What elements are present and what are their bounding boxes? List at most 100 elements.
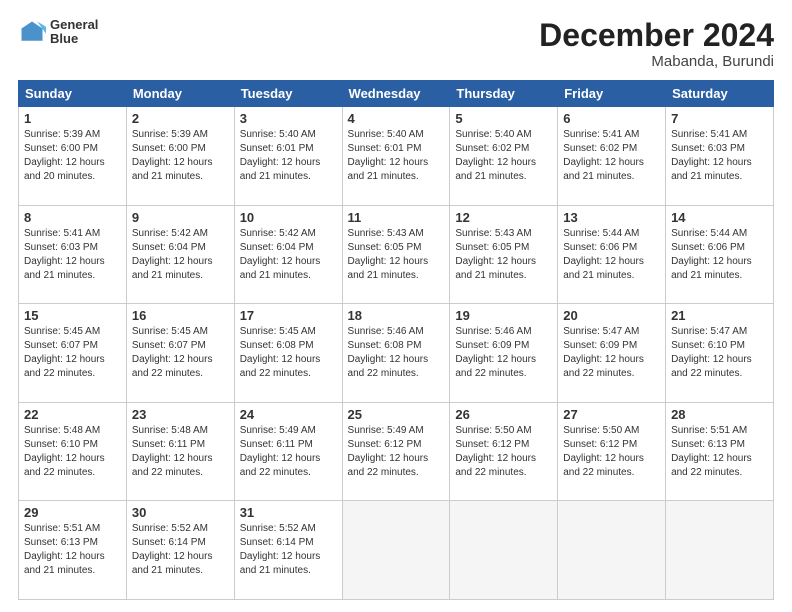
table-row: 4 Sunrise: 5:40 AMSunset: 6:01 PMDaylight… xyxy=(342,107,450,206)
cell-info: Sunrise: 5:39 AMSunset: 6:00 PMDaylight:… xyxy=(132,128,229,184)
col-friday: Friday xyxy=(558,81,666,107)
cell-info: Sunrise: 5:44 AMSunset: 6:06 PMDaylight:… xyxy=(671,227,768,283)
calendar-week-row: 29Sunrise: 5:51 AMSunset: 6:13 PMDayligh… xyxy=(19,501,774,600)
calendar-week-row: 15 Sunrise: 5:45 AMSunset: 6:07 PMDayligh… xyxy=(19,304,774,403)
cell-info: Sunrise: 5:47 AMSunset: 6:09 PMDaylight:… xyxy=(563,325,660,381)
calendar-header-row: Sunday Monday Tuesday Wednesday Thursday… xyxy=(19,81,774,107)
cell-info: Sunrise: 5:50 AMSunset: 6:12 PMDaylight:… xyxy=(563,424,660,480)
day-number: 16 xyxy=(132,308,229,323)
day-number: 4 xyxy=(348,111,445,126)
cell-info: Sunrise: 5:49 AMSunset: 6:12 PMDaylight:… xyxy=(348,424,445,480)
day-number: 19 xyxy=(455,308,552,323)
table-row: 31Sunrise: 5:52 AMSunset: 6:14 PMDayligh… xyxy=(234,501,342,600)
day-number: 8 xyxy=(24,210,121,225)
day-number: 18 xyxy=(348,308,445,323)
cell-info: Sunrise: 5:51 AMSunset: 6:13 PMDaylight:… xyxy=(24,522,121,578)
day-number: 28 xyxy=(671,407,768,422)
cell-info: Sunrise: 5:50 AMSunset: 6:12 PMDaylight:… xyxy=(455,424,552,480)
table-row: 10 Sunrise: 5:42 AMSunset: 6:04 PMDayligh… xyxy=(234,205,342,304)
col-tuesday: Tuesday xyxy=(234,81,342,107)
cell-info: Sunrise: 5:46 AMSunset: 6:08 PMDaylight:… xyxy=(348,325,445,381)
table-row xyxy=(666,501,774,600)
table-row: 18 Sunrise: 5:46 AMSunset: 6:08 PMDayligh… xyxy=(342,304,450,403)
location-subtitle: Mabanda, Burundi xyxy=(539,53,774,70)
month-title: December 2024 xyxy=(539,18,774,53)
col-saturday: Saturday xyxy=(666,81,774,107)
cell-info: Sunrise: 5:45 AMSunset: 6:07 PMDaylight:… xyxy=(132,325,229,381)
col-sunday: Sunday xyxy=(19,81,127,107)
day-number: 26 xyxy=(455,407,552,422)
table-row: 15 Sunrise: 5:45 AMSunset: 6:07 PMDayligh… xyxy=(19,304,127,403)
table-row: 27 Sunrise: 5:50 AMSunset: 6:12 PMDayligh… xyxy=(558,402,666,501)
day-number: 3 xyxy=(240,111,337,126)
day-number: 24 xyxy=(240,407,337,422)
table-row: 7 Sunrise: 5:41 AMSunset: 6:03 PMDaylight… xyxy=(666,107,774,206)
cell-info: Sunrise: 5:41 AMSunset: 6:03 PMDaylight:… xyxy=(24,227,121,283)
cell-info: Sunrise: 5:40 AMSunset: 6:01 PMDaylight:… xyxy=(348,128,445,184)
col-wednesday: Wednesday xyxy=(342,81,450,107)
day-number: 7 xyxy=(671,111,768,126)
cell-info: Sunrise: 5:41 AMSunset: 6:03 PMDaylight:… xyxy=(671,128,768,184)
cell-info: Sunrise: 5:47 AMSunset: 6:10 PMDaylight:… xyxy=(671,325,768,381)
table-row: 17Sunrise: 5:45 AMSunset: 6:08 PMDayligh… xyxy=(234,304,342,403)
table-row: 20Sunrise: 5:47 AMSunset: 6:09 PMDayligh… xyxy=(558,304,666,403)
day-number: 22 xyxy=(24,407,121,422)
table-row xyxy=(450,501,558,600)
table-row: 28 Sunrise: 5:51 AMSunset: 6:13 PMDayligh… xyxy=(666,402,774,501)
day-number: 27 xyxy=(563,407,660,422)
cell-info: Sunrise: 5:40 AMSunset: 6:02 PMDaylight:… xyxy=(455,128,552,184)
table-row: 9Sunrise: 5:42 AMSunset: 6:04 PMDaylight… xyxy=(126,205,234,304)
day-number: 15 xyxy=(24,308,121,323)
day-number: 5 xyxy=(455,111,552,126)
day-number: 12 xyxy=(455,210,552,225)
table-row: 8 Sunrise: 5:41 AMSunset: 6:03 PMDaylight… xyxy=(19,205,127,304)
table-row: 13 Sunrise: 5:44 AMSunset: 6:06 PMDayligh… xyxy=(558,205,666,304)
table-row: 3 Sunrise: 5:40 AMSunset: 6:01 PMDaylight… xyxy=(234,107,342,206)
cell-info: Sunrise: 5:51 AMSunset: 6:13 PMDaylight:… xyxy=(671,424,768,480)
calendar-week-row: 1 Sunrise: 5:39 AMSunset: 6:00 PMDaylight… xyxy=(19,107,774,206)
day-number: 17 xyxy=(240,308,337,323)
table-row: 19 Sunrise: 5:46 AMSunset: 6:09 PMDayligh… xyxy=(450,304,558,403)
page: General Blue December 2024 Mabanda, Buru… xyxy=(0,0,792,612)
day-number: 31 xyxy=(240,505,337,520)
day-number: 25 xyxy=(348,407,445,422)
calendar-week-row: 22Sunrise: 5:48 AMSunset: 6:10 PMDayligh… xyxy=(19,402,774,501)
table-row: 25 Sunrise: 5:49 AMSunset: 6:12 PMDayligh… xyxy=(342,402,450,501)
table-row: 12 Sunrise: 5:43 AMSunset: 6:05 PMDayligh… xyxy=(450,205,558,304)
logo-text: General Blue xyxy=(50,18,98,47)
day-number: 2 xyxy=(132,111,229,126)
table-row: 23Sunrise: 5:48 AMSunset: 6:11 PMDayligh… xyxy=(126,402,234,501)
table-row: 26 Sunrise: 5:50 AMSunset: 6:12 PMDayligh… xyxy=(450,402,558,501)
day-number: 11 xyxy=(348,210,445,225)
table-row: 16 Sunrise: 5:45 AMSunset: 6:07 PMDayligh… xyxy=(126,304,234,403)
cell-info: Sunrise: 5:45 AMSunset: 6:07 PMDaylight:… xyxy=(24,325,121,381)
cell-info: Sunrise: 5:46 AMSunset: 6:09 PMDaylight:… xyxy=(455,325,552,381)
day-number: 21 xyxy=(671,308,768,323)
table-row: 14 Sunrise: 5:44 AMSunset: 6:06 PMDayligh… xyxy=(666,205,774,304)
col-thursday: Thursday xyxy=(450,81,558,107)
day-number: 13 xyxy=(563,210,660,225)
cell-info: Sunrise: 5:52 AMSunset: 6:14 PMDaylight:… xyxy=(132,522,229,578)
table-row: 24Sunrise: 5:49 AMSunset: 6:11 PMDayligh… xyxy=(234,402,342,501)
table-row xyxy=(558,501,666,600)
table-row: 21 Sunrise: 5:47 AMSunset: 6:10 PMDayligh… xyxy=(666,304,774,403)
col-monday: Monday xyxy=(126,81,234,107)
day-number: 1 xyxy=(24,111,121,126)
cell-info: Sunrise: 5:44 AMSunset: 6:06 PMDaylight:… xyxy=(563,227,660,283)
day-number: 30 xyxy=(132,505,229,520)
cell-info: Sunrise: 5:40 AMSunset: 6:01 PMDaylight:… xyxy=(240,128,337,184)
logo: General Blue xyxy=(18,18,98,47)
cell-info: Sunrise: 5:43 AMSunset: 6:05 PMDaylight:… xyxy=(455,227,552,283)
day-number: 6 xyxy=(563,111,660,126)
table-row: 22Sunrise: 5:48 AMSunset: 6:10 PMDayligh… xyxy=(19,402,127,501)
day-number: 10 xyxy=(240,210,337,225)
table-row: 2 Sunrise: 5:39 AMSunset: 6:00 PMDaylight… xyxy=(126,107,234,206)
cell-info: Sunrise: 5:43 AMSunset: 6:05 PMDaylight:… xyxy=(348,227,445,283)
cell-info: Sunrise: 5:48 AMSunset: 6:11 PMDaylight:… xyxy=(132,424,229,480)
cell-info: Sunrise: 5:39 AMSunset: 6:00 PMDaylight:… xyxy=(24,128,121,184)
table-row xyxy=(342,501,450,600)
day-number: 9 xyxy=(132,210,229,225)
table-row: 30 Sunrise: 5:52 AMSunset: 6:14 PMDayligh… xyxy=(126,501,234,600)
cell-info: Sunrise: 5:42 AMSunset: 6:04 PMDaylight:… xyxy=(240,227,337,283)
day-number: 14 xyxy=(671,210,768,225)
